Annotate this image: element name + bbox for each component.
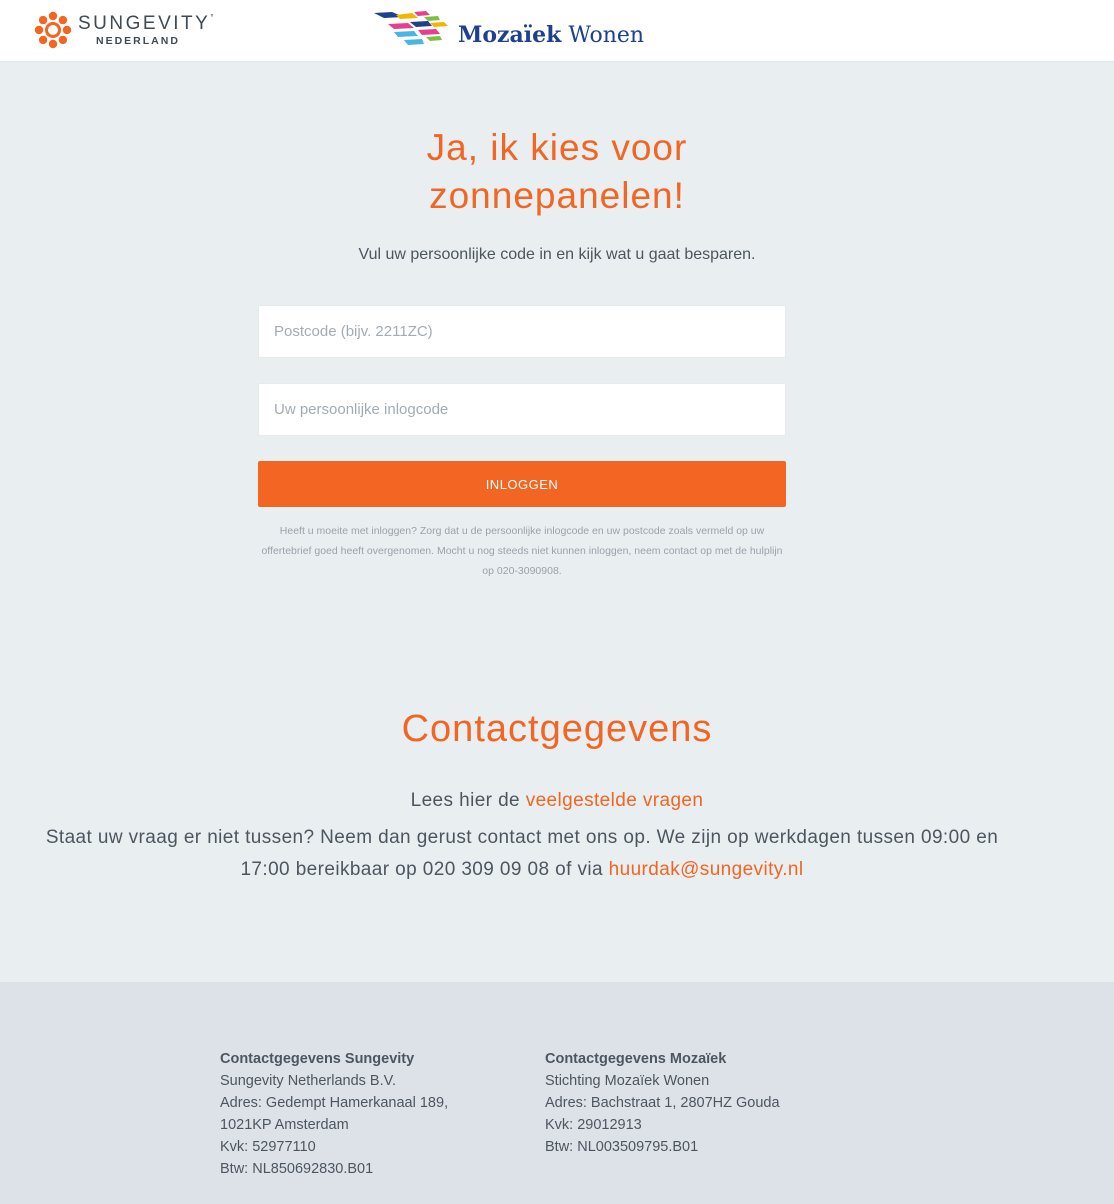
footer-mozaiek-heading: Contactgegevens Mozaïek (545, 1051, 727, 1067)
login-help-text: Heeft u moeite met inloggen? Zorg dat u … (261, 525, 783, 577)
page-title-line2: zonnepanelen! (429, 175, 685, 216)
sungevity-logo-sub: NEDERLAND (96, 34, 180, 47)
footer-sungevity-btw: Btw: NL850692830.B01 (220, 1161, 374, 1177)
login-button[interactable]: INLOGGEN (258, 461, 786, 507)
footer-sungevity-company: Sungevity Netherlands B.V. (220, 1073, 396, 1089)
sungevity-logo[interactable]: SUNGEVITY° NEDERLAND (34, 11, 216, 49)
faq-line: Lees hier de veelgestelde vragen (0, 790, 1114, 812)
footer-mozaiek-kvk: Kvk: 29012913 (545, 1117, 642, 1133)
footer-mozaiek-company: Stichting Mozaïek Wonen (545, 1073, 710, 1089)
sungevity-logo-name: SUNGEVITY° (78, 12, 217, 34)
faq-link[interactable]: veelgestelde vragen (526, 790, 704, 811)
login-code-input[interactable] (258, 383, 786, 436)
mozaiek-logo-text: Mozaïek Wonen (458, 22, 645, 48)
sun-icon (34, 11, 72, 49)
footer-sungevity-contact: Contactgegevens Sungevity Sungevity Neth… (220, 1048, 470, 1180)
faq-prefix: Lees hier de (410, 790, 526, 811)
contact-body-text: Staat uw vraag er niet tussen? Neem dan … (45, 827, 999, 880)
site-footer: Contactgegevens Sungevity Sungevity Neth… (0, 982, 1114, 1204)
page-title: Ja, ik kies voor zonnepanelen! (0, 124, 1114, 220)
footer-sungevity-heading: Contactgegevens Sungevity (220, 1051, 415, 1067)
postcode-input[interactable] (258, 305, 786, 358)
site-header: SUNGEVITY° NEDERLAND Mozaïek Wonen (0, 0, 1114, 62)
contact-text: Staat uw vraag er niet tussen? Neem dan … (20, 822, 1024, 886)
mozaiek-logo[interactable]: Mozaïek Wonen (374, 10, 644, 50)
footer-mozaiek-btw: Btw: NL003509795.B01 (545, 1139, 699, 1155)
page-subtitle: Vul uw persoonlijke code in en kijk wat … (358, 246, 756, 263)
footer-mozaiek-contact: Contactgegevens Mozaïek Stichting Mozaïe… (545, 1048, 805, 1158)
mozaiek-mosaic-icon (374, 11, 448, 45)
footer-sungevity-kvk: Kvk: 52977110 (220, 1139, 316, 1155)
email-link[interactable]: huurdak@sungevity.nl (609, 859, 804, 880)
footer-mozaiek-address: Adres: Bachstraat 1, 2807HZ Gouda (545, 1095, 780, 1111)
footer-sungevity-address: Adres: Gedempt Hamerkanaal 189, 1021KP A… (220, 1095, 449, 1133)
contact-title: Contactgegevens (401, 708, 713, 750)
page-title-line1: Ja, ik kies voor (426, 127, 688, 168)
